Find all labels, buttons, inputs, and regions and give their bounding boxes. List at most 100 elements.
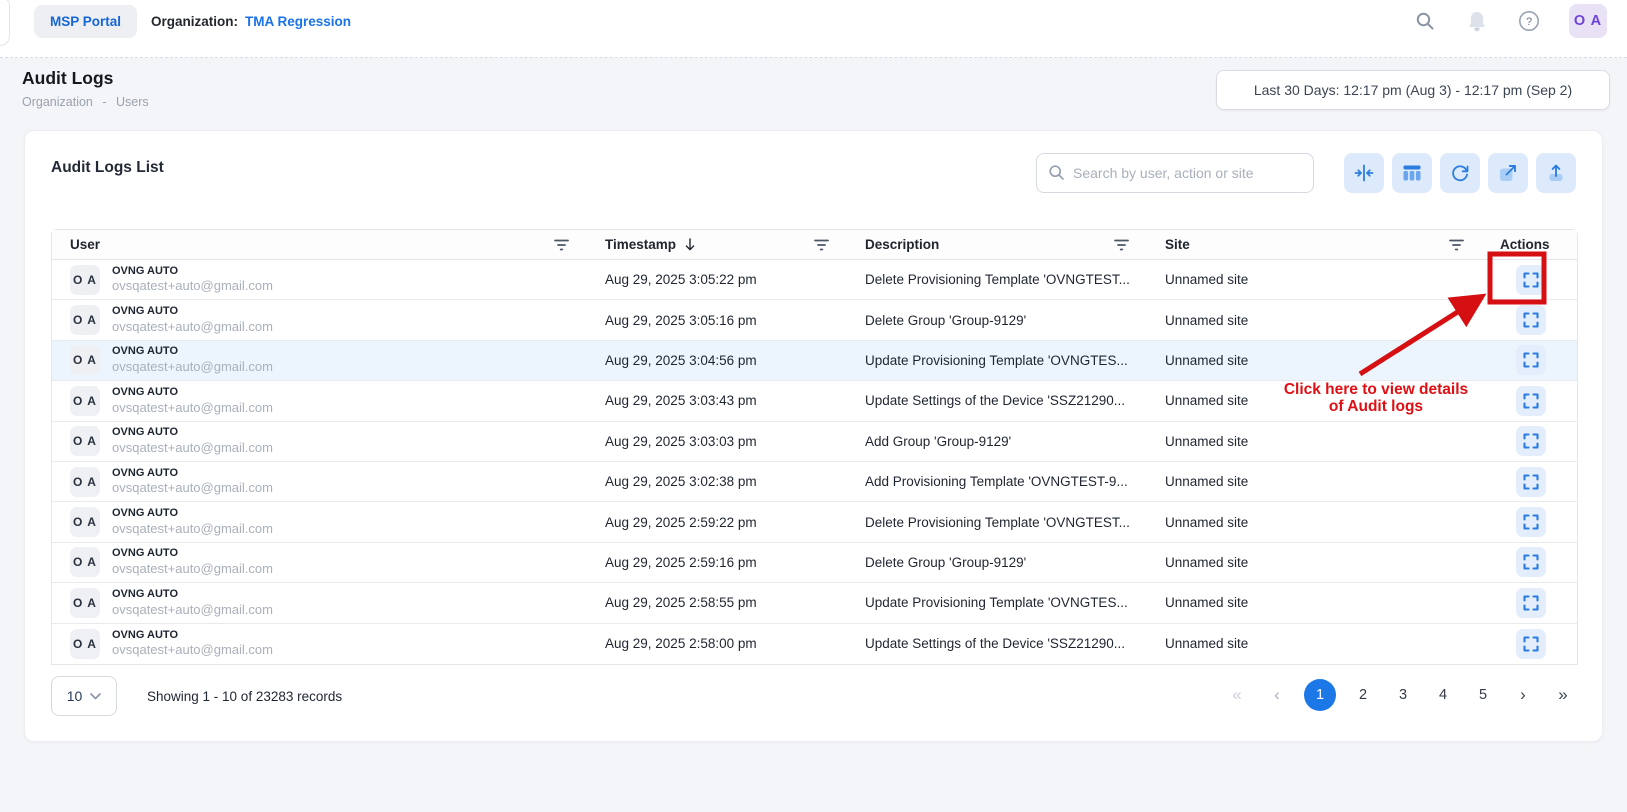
search-input[interactable] [1036, 153, 1314, 193]
sidebar-edge-stub [0, 0, 10, 46]
column-header-user[interactable]: User [52, 230, 587, 259]
view-details-button[interactable] [1516, 507, 1546, 537]
view-details-button[interactable] [1516, 426, 1546, 456]
last-page-button[interactable]: » [1550, 679, 1576, 711]
notifications-bell-icon[interactable] [1465, 9, 1489, 33]
view-details-button[interactable] [1516, 547, 1546, 577]
view-details-button[interactable] [1516, 467, 1546, 497]
row-avatar: O A [70, 305, 100, 335]
page-button-1[interactable]: 1 [1304, 679, 1336, 711]
pagination: « ‹ 1 2 3 4 5 › » [1224, 679, 1576, 711]
refresh-button[interactable] [1440, 153, 1480, 193]
user-email: ovsqatest+auto@gmail.com [112, 521, 273, 537]
user-name: OVNG AUTO [112, 386, 273, 400]
chevron-down-icon [90, 693, 101, 700]
filter-icon[interactable] [1449, 239, 1464, 251]
column-header-timestamp[interactable]: Timestamp [587, 230, 847, 259]
user-email: ovsqatest+auto@gmail.com [112, 440, 273, 456]
table-body: O A OVNG AUTO ovsqatest+auto@gmail.com A… [52, 260, 1577, 664]
view-details-button[interactable] [1516, 265, 1546, 295]
actions-cell [1482, 507, 1579, 537]
filter-icon[interactable] [554, 239, 569, 251]
user-cell: O A OVNG AUTO ovsqatest+auto@gmail.com [52, 507, 587, 537]
user-email: ovsqatest+auto@gmail.com [112, 602, 273, 618]
timestamp-cell: Aug 29, 2025 2:58:55 pm [587, 595, 847, 610]
table-row[interactable]: O A OVNG AUTO ovsqatest+auto@gmail.com A… [52, 583, 1577, 623]
timestamp-cell: Aug 29, 2025 3:03:43 pm [587, 393, 847, 408]
organization-name-link[interactable]: TMA Regression [245, 14, 351, 29]
card-title: Audit Logs List [51, 159, 164, 177]
breadcrumb-organization[interactable]: Organization [22, 95, 93, 109]
user-avatar[interactable]: O A [1569, 4, 1607, 38]
table-row[interactable]: O A OVNG AUTO ovsqatest+auto@gmail.com A… [52, 462, 1577, 502]
row-avatar: O A [70, 386, 100, 416]
user-name: OVNG AUTO [112, 629, 273, 643]
column-header-site[interactable]: Site [1147, 230, 1482, 259]
actions-cell [1482, 426, 1579, 456]
user-cell: O A OVNG AUTO ovsqatest+auto@gmail.com [52, 547, 587, 577]
table-row[interactable]: O A OVNG AUTO ovsqatest+auto@gmail.com A… [52, 543, 1577, 583]
open-external-button[interactable] [1488, 153, 1528, 193]
column-header-description[interactable]: Description [847, 230, 1147, 259]
view-details-button[interactable] [1516, 305, 1546, 335]
row-avatar: O A [70, 467, 100, 497]
page-button-3[interactable]: 3 [1390, 679, 1416, 711]
first-page-button[interactable]: « [1224, 679, 1250, 711]
view-details-button[interactable] [1516, 345, 1546, 375]
user-email: ovsqatest+auto@gmail.com [112, 400, 273, 416]
collapse-columns-button[interactable] [1344, 153, 1384, 193]
site-cell: Unnamed site [1147, 434, 1482, 449]
row-avatar: O A [70, 507, 100, 537]
next-page-button[interactable]: › [1510, 679, 1536, 711]
actions-cell [1482, 629, 1579, 659]
view-details-button[interactable] [1516, 386, 1546, 416]
user-email: ovsqatest+auto@gmail.com [112, 480, 273, 496]
user-email: ovsqatest+auto@gmail.com [112, 278, 273, 294]
columns-button[interactable] [1392, 153, 1432, 193]
table-row[interactable]: O A OVNG AUTO ovsqatest+auto@gmail.com A… [52, 502, 1577, 542]
actions-cell [1482, 588, 1579, 618]
user-email: ovsqatest+auto@gmail.com [112, 319, 273, 335]
actions-cell [1482, 467, 1579, 497]
site-cell: Unnamed site [1147, 313, 1482, 328]
view-details-button[interactable] [1516, 629, 1546, 659]
description-cell: Update Provisioning Template 'OVNGTES... [847, 595, 1147, 610]
export-button[interactable] [1536, 153, 1576, 193]
page-button-5[interactable]: 5 [1470, 679, 1496, 711]
table-toolbar [1344, 153, 1576, 193]
table-row[interactable]: O A OVNG AUTO ovsqatest+auto@gmail.com A… [52, 260, 1577, 300]
table-row[interactable]: O A OVNG AUTO ovsqatest+auto@gmail.com A… [52, 341, 1577, 381]
search-icon[interactable] [1413, 9, 1437, 33]
user-email: ovsqatest+auto@gmail.com [112, 359, 273, 375]
description-cell: Update Provisioning Template 'OVNGTES... [847, 353, 1147, 368]
table-footer: 10 Showing 1 - 10 of 23283 records « ‹ 1… [51, 676, 1576, 722]
page-button-2[interactable]: 2 [1350, 679, 1376, 711]
description-cell: Update Settings of the Device 'SSZ21290.… [847, 393, 1147, 408]
audit-logs-page: MSP Portal Organization: TMA Regression [0, 0, 1627, 812]
user-email: ovsqatest+auto@gmail.com [112, 561, 273, 577]
actions-cell [1482, 547, 1579, 577]
sort-desc-icon[interactable] [684, 238, 696, 251]
date-range-button[interactable]: Last 30 Days: 12:17 pm (Aug 3) - 12:17 p… [1216, 70, 1610, 110]
filter-icon[interactable] [814, 239, 829, 251]
page-size-select[interactable]: 10 [51, 676, 117, 716]
row-avatar: O A [70, 265, 100, 295]
description-cell: Add Provisioning Template 'OVNGTEST-9... [847, 474, 1147, 489]
view-details-button[interactable] [1516, 588, 1546, 618]
user-name: OVNG AUTO [112, 426, 273, 440]
timestamp-cell: Aug 29, 2025 2:59:16 pm [587, 555, 847, 570]
breadcrumb-users[interactable]: Users [116, 95, 149, 109]
msp-portal-button[interactable]: MSP Portal [34, 5, 137, 38]
filter-icon[interactable] [1114, 239, 1129, 251]
previous-page-button[interactable]: ‹ [1264, 679, 1290, 711]
table-row[interactable]: O A OVNG AUTO ovsqatest+auto@gmail.com A… [52, 300, 1577, 340]
site-cell: Unnamed site [1147, 636, 1482, 651]
help-icon[interactable]: ? [1517, 9, 1541, 33]
table-row[interactable]: O A OVNG AUTO ovsqatest+auto@gmail.com A… [52, 624, 1577, 664]
user-name: OVNG AUTO [112, 588, 273, 602]
page-button-4[interactable]: 4 [1430, 679, 1456, 711]
records-summary: Showing 1 - 10 of 23283 records [147, 689, 342, 704]
user-name: OVNG AUTO [112, 467, 273, 481]
table-row[interactable]: O A OVNG AUTO ovsqatest+auto@gmail.com A… [52, 381, 1577, 421]
table-row[interactable]: O A OVNG AUTO ovsqatest+auto@gmail.com A… [52, 422, 1577, 462]
